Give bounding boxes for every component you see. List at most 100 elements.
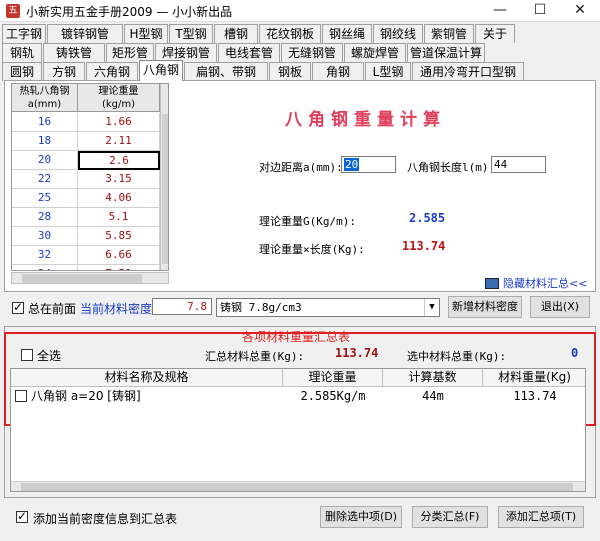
hide-summary-label: 隐藏材料汇总<< bbox=[503, 277, 588, 290]
chevron-down-icon: ▼ bbox=[424, 299, 439, 316]
selected-total-value: 0 bbox=[571, 346, 579, 360]
summary-total-label: 汇总材料总重(Kg): bbox=[205, 350, 305, 363]
row-weight: 2.585Kg/m bbox=[300, 389, 366, 403]
tab-strip: 工字钢 镀锌钢管 H型钢 T型钢 槽钢 花纹钢板 钢丝绳 钢绞线 紫铜管 关于 钢轨 铸铁管 矩形管焊… bbox=[0, 22, 600, 81]
table-cell-weight[interactable]: 4.06 bbox=[78, 189, 160, 208]
new-density-button[interactable]: 新增材料密度 bbox=[448, 296, 522, 318]
tab-row3-3[interactable]: 八角钢 bbox=[139, 60, 183, 81]
table-cell-a[interactable]: 34 bbox=[12, 265, 78, 270]
tab-row3-8[interactable]: 通用冷弯开口型钢 bbox=[412, 62, 524, 81]
title-bar: 五 小新实用五金手册2009 — 小小新出品 — ☐ ✕ bbox=[0, 0, 600, 22]
tab-row3-5[interactable]: 钢板 bbox=[269, 62, 311, 81]
add-density-label: 添加当前密度信息到汇总表 bbox=[33, 512, 178, 526]
density-input[interactable]: 7.8 bbox=[152, 298, 212, 315]
tab-row1-0[interactable]: 工字钢 bbox=[2, 24, 46, 43]
unit-weight-value: 2.585 bbox=[409, 211, 446, 225]
material-select[interactable]: 铸钢 7.8g/cm3 ▼ bbox=[216, 298, 440, 317]
maximize-button[interactable]: ☐ bbox=[520, 0, 560, 22]
tab-row2-7[interactable]: 管道保温计算 bbox=[407, 43, 485, 62]
density-label: 当前材料密度: bbox=[80, 302, 157, 316]
unit-weight-label: 理论重量G(Kg/m): bbox=[259, 215, 356, 228]
table-cell-a[interactable]: 32 bbox=[12, 246, 78, 265]
tab-row1-4[interactable]: 槽钢 bbox=[214, 24, 258, 43]
add-density-checkbox[interactable] bbox=[16, 509, 28, 523]
column-header-mass[interactable]: 材料重量(Kg) bbox=[483, 369, 585, 387]
summary-title: 各项材料重量汇总表 bbox=[242, 330, 351, 344]
table-cell-weight[interactable]: 2.6 bbox=[78, 151, 160, 170]
tab-row3-4[interactable]: 扁钢、带钢 bbox=[184, 62, 268, 81]
summary-total-value: 113.74 bbox=[335, 346, 379, 360]
calc-panel: 热轧八角钢 a(mm) 理论重量 (kg/m) 16 1.66 18 2.11 20 2.6 2… bbox=[4, 80, 596, 292]
tab-row1-9[interactable]: 关于 bbox=[475, 24, 515, 43]
material-select-value: 铸钢 7.8g/cm3 bbox=[220, 301, 302, 314]
table-cell-weight[interactable]: 7.51 bbox=[78, 265, 160, 270]
table-cell-a[interactable]: 16 bbox=[12, 113, 78, 132]
tab-row3-7[interactable]: L型钢 bbox=[365, 62, 411, 81]
always-on-top-label: 总在前面 bbox=[28, 302, 77, 316]
tab-row1-6[interactable]: 钢丝绳 bbox=[322, 24, 372, 43]
tab-row1-2[interactable]: H型钢 bbox=[124, 24, 168, 43]
tab-row1-7[interactable]: 钢绞线 bbox=[373, 24, 423, 43]
always-on-top-checkbox[interactable] bbox=[12, 300, 24, 314]
selected-total-label: 选中材料总重(Kg): bbox=[407, 350, 507, 363]
total-weight-label: 理论重量×长度(Kg): bbox=[259, 243, 365, 256]
table-cell-a[interactable]: 30 bbox=[12, 227, 78, 246]
tab-row1-3[interactable]: T型钢 bbox=[169, 24, 213, 43]
spec-table[interactable]: 热轧八角钢 a(mm) 理论重量 (kg/m) 16 1.66 18 2.11 20 2.6 2… bbox=[11, 83, 169, 271]
row-name: 八角钢 a=20 [铸钢] bbox=[31, 389, 141, 403]
tab-row2-6[interactable]: 螺旋焊管 bbox=[344, 43, 406, 62]
list-hscrollbar[interactable] bbox=[11, 481, 585, 491]
table-hscrollbar[interactable] bbox=[11, 272, 169, 284]
table-header-a: 热轧八角钢 a(mm) bbox=[12, 84, 78, 112]
tab-row1-1[interactable]: 镀锌钢管 bbox=[47, 24, 123, 43]
summary-list[interactable]: 材料名称及规格 理论重量 计算基数 材料重量(Kg) 八角钢 a=20 [铸钢]… bbox=[10, 368, 586, 492]
table-vscrollbar[interactable] bbox=[160, 84, 168, 270]
table-cell-weight[interactable]: 6.66 bbox=[78, 246, 160, 265]
tab-row2-1[interactable]: 铸铁管 bbox=[43, 43, 105, 62]
tab-row2-0[interactable]: 钢轨 bbox=[2, 43, 42, 62]
app-logo-icon: 五 bbox=[6, 4, 20, 18]
distance-label: 对边距离a(mm): bbox=[259, 161, 343, 174]
select-all-checkbox[interactable] bbox=[21, 349, 33, 361]
calculator-icon bbox=[485, 277, 499, 289]
hide-summary-link[interactable]: 隐藏材料汇总<< bbox=[485, 275, 587, 291]
tab-row2-5[interactable]: 无缝钢管 bbox=[281, 43, 343, 62]
tab-row3-6[interactable]: 角钢 bbox=[312, 62, 364, 81]
close-button[interactable]: ✕ bbox=[560, 0, 600, 22]
table-cell-a[interactable]: 22 bbox=[12, 170, 78, 189]
length-input[interactable]: 44 bbox=[491, 156, 546, 173]
exit-button[interactable]: 退出(X) bbox=[530, 296, 590, 318]
table-cell-a[interactable]: 28 bbox=[12, 208, 78, 227]
row-mass: 113.74 bbox=[513, 389, 557, 403]
tab-row3-0[interactable]: 圆钢 bbox=[2, 62, 42, 81]
table-header-weight: 理论重量 (kg/m) bbox=[78, 84, 160, 112]
delete-selected-button[interactable]: 删除选中项(D) bbox=[320, 506, 402, 528]
row-base: 44m bbox=[422, 389, 444, 403]
tab-row2-4[interactable]: 电线套管 bbox=[218, 43, 280, 62]
table-cell-weight[interactable]: 1.66 bbox=[78, 113, 160, 132]
column-header-base[interactable]: 计算基数 bbox=[383, 369, 483, 387]
footer-bar: 添加当前密度信息到汇总表 删除选中项(D) 分类汇总(F) 添加汇总项(T) bbox=[0, 502, 600, 538]
tab-row1-8[interactable]: 紫铜管 bbox=[424, 24, 474, 43]
tab-row1-5[interactable]: 花纹钢板 bbox=[259, 24, 321, 43]
add-summary-button[interactable]: 添加汇总项(T) bbox=[498, 506, 584, 528]
table-cell-weight[interactable]: 3.15 bbox=[78, 170, 160, 189]
column-header-weight[interactable]: 理论重量 bbox=[283, 369, 383, 387]
table-cell-weight[interactable]: 5.1 bbox=[78, 208, 160, 227]
tab-row-3: 圆钢 方钢 六角钢 八角钢 扁钢、带钢 钢板 角钢 L型钢 通用冷弯开口型钢 bbox=[2, 60, 598, 81]
table-cell-weight[interactable]: 2.11 bbox=[78, 132, 160, 151]
table-cell-a[interactable]: 18 bbox=[12, 132, 78, 151]
minimize-button[interactable]: — bbox=[480, 0, 520, 22]
tab-row-2: 钢轨 铸铁管 矩形管 焊接钢管 电线套管 无缝钢管 螺旋焊管 管道保温计算 bbox=[2, 43, 598, 62]
distance-input[interactable]: 20 bbox=[341, 156, 396, 173]
classify-summary-button[interactable]: 分类汇总(F) bbox=[412, 506, 488, 528]
tab-row-1: 工字钢 镀锌钢管 H型钢 T型钢 槽钢 花纹钢板 钢丝绳 钢绞线 紫铜管 关于 bbox=[2, 24, 598, 43]
row-checkbox[interactable] bbox=[15, 390, 27, 402]
tab-row3-2[interactable]: 六角钢 bbox=[86, 62, 138, 81]
column-header-name[interactable]: 材料名称及规格 bbox=[11, 369, 283, 387]
table-cell-weight[interactable]: 5.85 bbox=[78, 227, 160, 246]
calc-title: 八角钢重量计算 bbox=[285, 110, 446, 130]
table-cell-a[interactable]: 25 bbox=[12, 189, 78, 208]
tab-row3-1[interactable]: 方钢 bbox=[43, 62, 85, 81]
table-cell-a[interactable]: 20 bbox=[12, 151, 78, 170]
